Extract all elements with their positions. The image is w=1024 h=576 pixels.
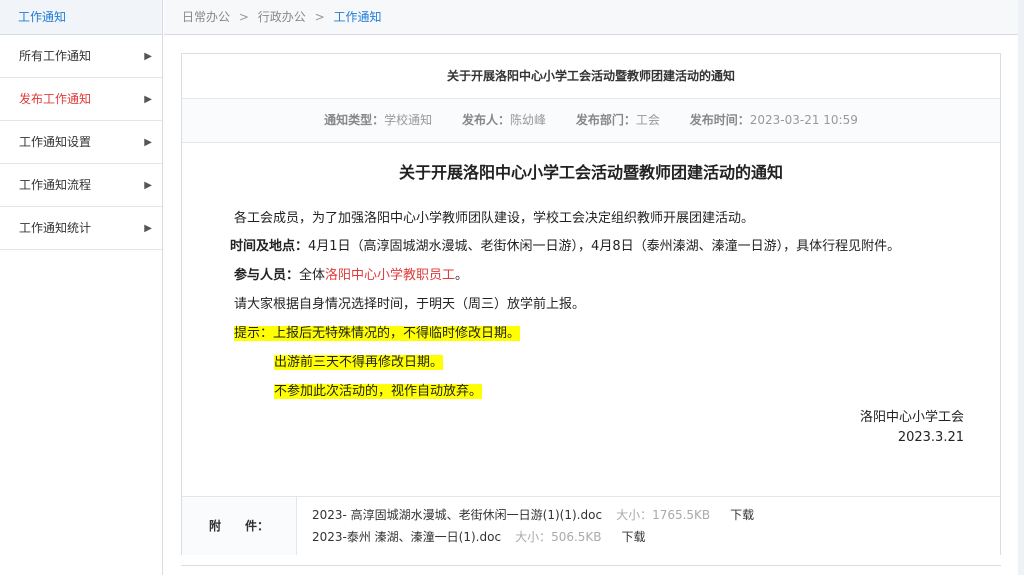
participants-prefix: 全体 — [299, 268, 326, 283]
attachment-size: 大小：1765.5KB — [616, 508, 711, 522]
next-panel-edge — [181, 565, 1001, 576]
tip-line-3: 不参加此次活动的，视作自动放弃。 — [274, 380, 483, 399]
meta-type-label: 通知类型： — [324, 113, 385, 127]
scrollbar-track[interactable] — [1018, 0, 1024, 575]
breadcrumb-current: 工作通知 — [333, 10, 382, 24]
notice-panel: 关于开展洛阳中心小学工会活动暨教师团建活动的通知 通知类型：学校通知 发布人：陈… — [181, 53, 1001, 555]
meta-dept-label: 发布部门： — [575, 113, 636, 127]
sidebar-item-notice-settings[interactable]: 工作通知设置 ▶ — [0, 121, 162, 164]
attachment-item: 2023- 高淳固城湖水漫城、老街休闲一日游(1)(1).doc 大小：1765.… — [312, 506, 754, 523]
attachment-item: 2023-泰州 溱湖、溱潼一日(1).doc 大小：506.5KB 下载 — [312, 528, 646, 545]
sidebar-item-label: 发布工作通知 — [19, 92, 92, 106]
participants-highlight: 洛阳中心小学教职员工 — [325, 268, 456, 283]
meta-publisher-label: 发布人： — [461, 113, 510, 127]
breadcrumb-item-daily-office[interactable]: 日常办公 — [182, 10, 230, 24]
tip-text: 提示：上报后无特殊情况的，不得临时修改日期。 — [234, 326, 521, 341]
download-link[interactable]: 下载 — [730, 508, 754, 522]
meta-time-label: 发布时间： — [689, 113, 750, 127]
signature-org: 洛阳中心小学工会 — [859, 410, 964, 425]
arrow-right-icon: ▶ — [144, 137, 152, 148]
sidebar-item-label: 工作通知流程 — [19, 178, 92, 192]
signature-date: 2023.3.21 — [897, 430, 964, 445]
meta-type-value: 学校通知 — [384, 113, 433, 127]
tip-text: 不参加此次活动的，视作自动放弃。 — [274, 384, 483, 399]
breadcrumb: 日常办公 > 行政办公 > 工作通知 — [164, 0, 1024, 35]
notice-meta: 通知类型：学校通知 发布人：陈幼峰 发布部门：工会 发布时间：2023-03-2… — [182, 99, 1000, 143]
tip-line-2: 出游前三天不得再修改日期。 — [274, 351, 444, 370]
attachment-filename[interactable]: 2023- 高淳固城湖水漫城、老街休闲一日游(1)(1).doc — [312, 508, 602, 522]
time-place-text: 4月1日（高淳固城湖水漫城、老街休闲一日游），4月8日（泰州溱湖、溱潼一日游），… — [308, 239, 901, 254]
paragraph-intro: 各工会成员，为了加强洛阳中心小学教师团队建设，学校工会决定组织教师开展团建活动。 — [234, 211, 755, 226]
arrow-right-icon: ▶ — [144, 180, 152, 191]
arrow-right-icon: ▶ — [144, 51, 152, 62]
time-place-label: 时间及地点： — [230, 239, 309, 254]
attachments-section: 附 件： 2023- 高淳固城湖水漫城、老街休闲一日游(1)(1).doc 大小：… — [182, 496, 1000, 555]
tip-text: 出游前三天不得再修改日期。 — [274, 355, 444, 370]
paragraph-participants: 参与人员：全体洛阳中心小学教职员工。 — [234, 264, 468, 283]
sidebar-item-notice-workflow[interactable]: 工作通知流程 ▶ — [0, 164, 162, 207]
arrow-right-icon: ▶ — [144, 223, 152, 234]
sidebar: 所有工作通知 ▶ 发布工作通知 ▶ 工作通知设置 ▶ 工作通知流程 ▶ 工作通知… — [0, 35, 163, 575]
meta-time-value: 2023-03-21 10:59 — [749, 113, 858, 127]
sidebar-item-label: 所有工作通知 — [19, 49, 92, 63]
paragraph-time-place: 时间及地点：4月1日（高淳固城湖水漫城、老街休闲一日游），4月8日（泰州溱湖、溱… — [230, 235, 900, 254]
meta-publisher-value: 陈幼峰 — [510, 113, 547, 127]
sidebar-item-publish-notice[interactable]: 发布工作通知 ▶ — [0, 78, 162, 121]
sidebar-item-notice-stats[interactable]: 工作通知统计 ▶ — [0, 207, 162, 250]
participants-suffix: 。 — [455, 268, 469, 283]
sidebar-item-all-notices[interactable]: 所有工作通知 ▶ — [0, 35, 162, 78]
sidebar-header: 工作通知 — [0, 0, 163, 35]
breadcrumb-separator: > — [314, 10, 325, 24]
meta-dept-value: 工会 — [635, 113, 660, 127]
attachment-size: 大小：506.5KB — [515, 530, 602, 544]
attachments-label: 附 件： — [182, 497, 297, 555]
document-title: 关于开展洛阳中心小学工会活动暨教师团建活动的通知 — [398, 163, 783, 182]
arrow-right-icon: ▶ — [144, 94, 152, 105]
paragraph-instruction: 请大家根据自身情况选择时间，于明天（周三）放学前上报。 — [234, 297, 586, 312]
participants-label: 参与人员： — [234, 268, 300, 283]
tip-line-1: 提示：上报后无特殊情况的，不得临时修改日期。 — [234, 322, 521, 341]
attachment-filename[interactable]: 2023-泰州 溱湖、溱潼一日(1).doc — [312, 530, 501, 544]
breadcrumb-separator: > — [238, 10, 249, 24]
download-link[interactable]: 下载 — [622, 530, 646, 544]
sidebar-item-label: 工作通知统计 — [19, 221, 92, 235]
sidebar-item-label: 工作通知设置 — [19, 135, 92, 149]
panel-title: 关于开展洛阳中心小学工会活动暨教师团建活动的通知 — [182, 54, 1000, 99]
breadcrumb-item-admin-office[interactable]: 行政办公 — [258, 10, 306, 24]
